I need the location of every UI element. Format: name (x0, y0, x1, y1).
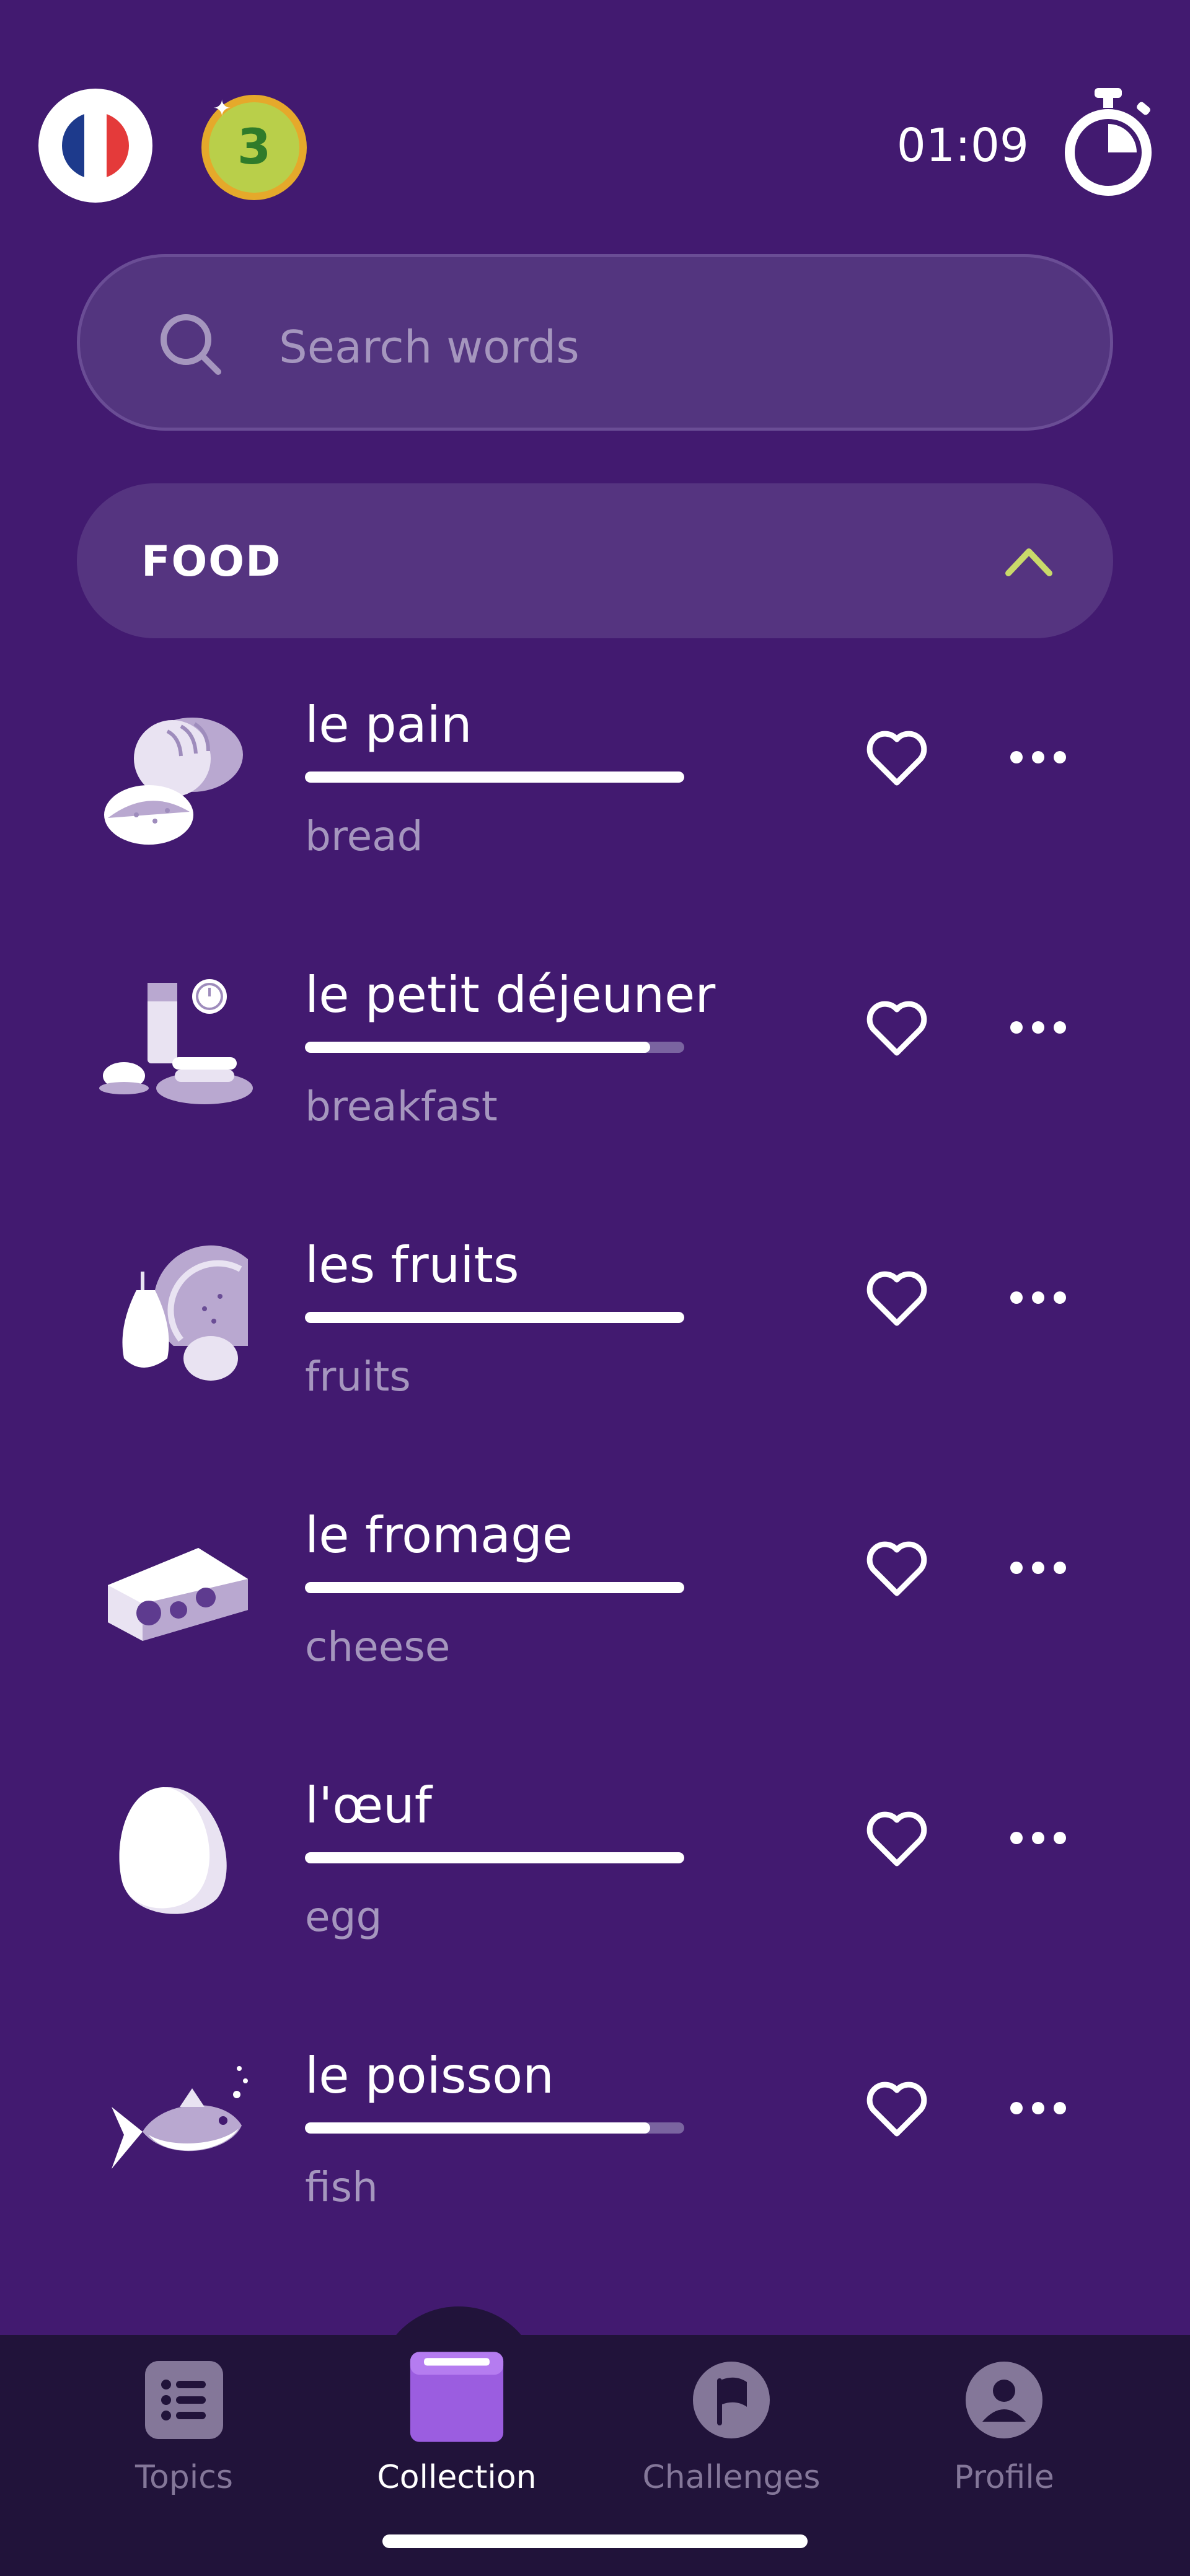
heart-icon[interactable] (865, 1809, 930, 1871)
translation-label: bread (305, 812, 423, 860)
search-input[interactable] (279, 313, 1023, 381)
word-row[interactable]: l'œuf egg (0, 1775, 1190, 2044)
nav-label: Topics (135, 2459, 233, 2496)
heart-icon[interactable] (865, 1539, 930, 1601)
nav-item-challenges[interactable]: Challenges (620, 2360, 843, 2496)
word-label: le pain (305, 696, 472, 754)
nav-label: Challenges (642, 2459, 821, 2496)
word-label: le petit déjeuner (305, 966, 716, 1024)
progress-bar (305, 1312, 684, 1323)
more-options-icon[interactable] (1004, 1543, 1072, 1593)
heart-icon[interactable] (865, 998, 930, 1060)
translation-label: cheese (305, 1623, 451, 1671)
word-row[interactable]: le fromage cheese (0, 1505, 1190, 1774)
level-badge[interactable]: 3 ✦ (201, 95, 307, 200)
word-label: les fruits (305, 1236, 519, 1294)
word-row[interactable]: le poisson fish (0, 2045, 1190, 2314)
word-row[interactable]: les fruits fruits (0, 1234, 1190, 1504)
word-row[interactable]: le petit déjeuner breakfast (0, 964, 1190, 1234)
progress-bar (305, 1042, 684, 1053)
flag-icon (693, 2362, 770, 2438)
progress-bar (305, 2122, 684, 2134)
egg-icon (119, 1787, 227, 1914)
home-indicator[interactable] (382, 2534, 808, 2548)
bread-icon (104, 718, 243, 845)
translation-label: fruits (305, 1353, 411, 1400)
person-icon (966, 2362, 1042, 2438)
nav-item-topics[interactable]: Topics (73, 2360, 296, 2496)
cheese-icon (108, 1548, 248, 1641)
fruits-icon (122, 1245, 248, 1381)
word-label: le fromage (305, 1506, 573, 1564)
progress-bar (305, 771, 684, 783)
more-options-icon[interactable] (1004, 2083, 1072, 2133)
heart-icon[interactable] (865, 728, 930, 790)
fish-icon (112, 2066, 248, 2169)
word-row[interactable]: le pain bread (0, 694, 1190, 964)
progress-bar (305, 1852, 684, 1863)
translation-label: egg (305, 1893, 382, 1941)
nav-label: Profile (954, 2459, 1054, 2496)
heart-icon[interactable] (865, 2079, 930, 2141)
translation-label: breakfast (305, 1083, 498, 1130)
search-icon (161, 314, 221, 375)
breakfast-icon (99, 979, 253, 1104)
category-title: FOOD (141, 537, 282, 586)
more-options-icon[interactable] (1004, 1003, 1072, 1052)
nav-label: Collection (377, 2459, 537, 2496)
more-options-icon[interactable] (1004, 732, 1072, 782)
sparkle-icon: ✦ (213, 96, 232, 121)
heart-icon[interactable] (865, 1268, 930, 1330)
more-options-icon[interactable] (1004, 1813, 1072, 1863)
word-label: l'œuf (305, 1777, 432, 1834)
translation-label: fish (305, 2163, 378, 2211)
french-flag-icon (62, 112, 129, 179)
progress-bar (305, 1582, 684, 1593)
stopwatch-icon[interactable] (1059, 86, 1158, 197)
book-icon (410, 2352, 504, 2442)
session-timer: 01:09 (896, 119, 1029, 172)
more-options-icon[interactable] (1004, 1273, 1072, 1322)
nav-item-profile[interactable]: Profile (892, 2360, 1116, 2496)
list-icon (145, 2361, 223, 2439)
chevron-up-icon[interactable] (1001, 539, 1057, 582)
nav-item-collection[interactable]: Collection (345, 2352, 568, 2496)
language-flag-button[interactable] (38, 89, 152, 203)
word-label: le poisson (305, 2047, 554, 2104)
